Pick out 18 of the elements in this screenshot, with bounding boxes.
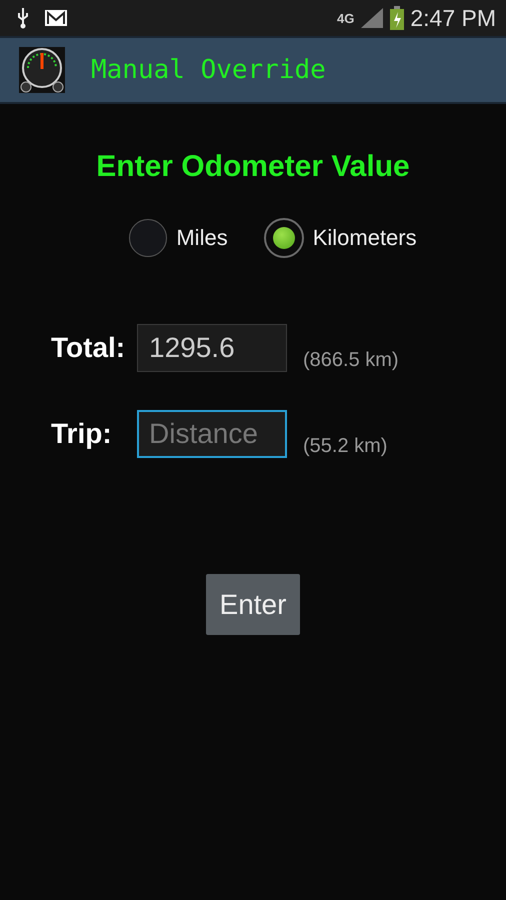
input-field[interactable]: Distance xyxy=(137,410,287,458)
speedometer-icon xyxy=(19,47,65,93)
signal-icon xyxy=(360,7,384,29)
mail-icon xyxy=(44,9,68,27)
network-type: 4G xyxy=(337,10,354,26)
field-label: Trip: xyxy=(51,418,113,450)
enter-button[interactable]: Enter xyxy=(206,574,300,635)
radio-button[interactable]: Kilometers xyxy=(264,218,417,258)
field-label: Total: xyxy=(51,332,126,364)
conversion-note: (866.5 km) xyxy=(303,348,399,372)
usb-icon xyxy=(16,7,30,29)
input-field[interactable]: 1295.6 xyxy=(137,324,287,372)
heading: Enter Odometer Value xyxy=(95,150,411,184)
clock: 2:47 PM xyxy=(410,4,496,32)
battery-icon xyxy=(390,6,404,30)
app-title: Manual Override xyxy=(91,55,326,85)
radio-button[interactable]: Miles xyxy=(129,218,228,258)
conversion-note: (55.2 km) xyxy=(303,434,388,458)
